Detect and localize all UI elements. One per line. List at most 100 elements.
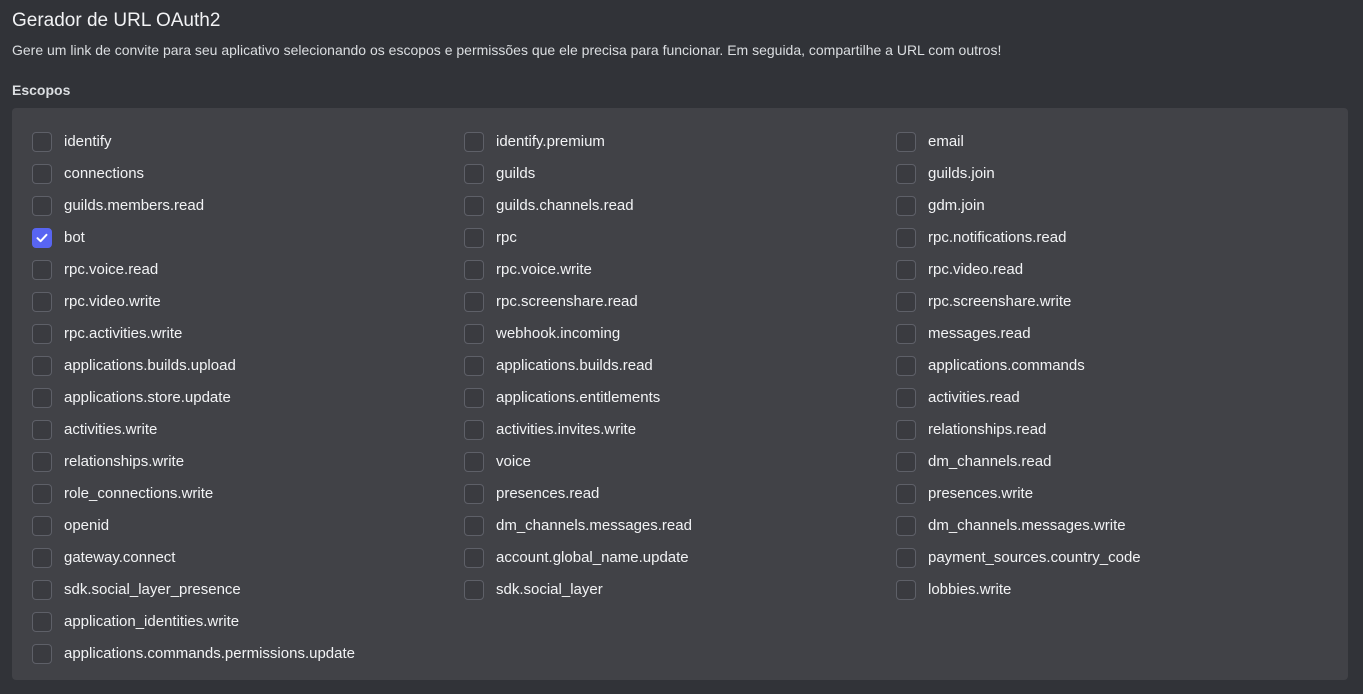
scope-checkbox[interactable] [464,580,484,600]
scope-item[interactable]: rpc.activities.write [32,318,464,350]
scope-item[interactable]: dm_channels.messages.write [896,510,1328,542]
scope-checkbox[interactable] [896,516,916,536]
scope-checkbox[interactable] [464,132,484,152]
scope-label: activities.write [64,421,158,438]
scope-checkbox[interactable] [32,452,52,472]
scope-checkbox[interactable] [464,356,484,376]
scope-item[interactable]: guilds.channels.read [464,190,896,222]
scope-item[interactable]: activities.write [32,414,464,446]
scope-item[interactable]: account.global_name.update [464,542,896,574]
scope-checkbox[interactable] [32,420,52,440]
scope-checkbox[interactable] [896,132,916,152]
scope-label: activities.read [928,389,1020,406]
scope-checkbox[interactable] [464,420,484,440]
scope-checkbox[interactable] [896,420,916,440]
scope-checkbox[interactable] [32,196,52,216]
scope-checkbox[interactable] [32,228,52,248]
scope-checkbox[interactable] [896,580,916,600]
scope-checkbox[interactable] [464,260,484,280]
scope-item[interactable]: identify [32,126,464,158]
scope-item[interactable]: applications.entitlements [464,382,896,414]
scope-item[interactable]: openid [32,510,464,542]
scope-item[interactable]: presences.write [896,478,1328,510]
scope-checkbox[interactable] [32,580,52,600]
scope-item[interactable]: applications.commands.permissions.update [32,638,464,670]
scope-item[interactable]: activities.read [896,382,1328,414]
scope-checkbox[interactable] [464,196,484,216]
scope-item[interactable]: guilds.members.read [32,190,464,222]
scope-checkbox[interactable] [32,388,52,408]
scope-checkbox[interactable] [896,548,916,568]
scope-checkbox[interactable] [896,228,916,248]
scope-item[interactable]: rpc.voice.read [32,254,464,286]
scope-checkbox[interactable] [464,228,484,248]
scope-checkbox[interactable] [896,196,916,216]
scope-item[interactable]: relationships.read [896,414,1328,446]
scope-checkbox[interactable] [896,388,916,408]
scope-checkbox[interactable] [32,548,52,568]
scope-checkbox[interactable] [896,484,916,504]
scope-item[interactable]: payment_sources.country_code [896,542,1328,574]
scope-item[interactable]: applications.builds.upload [32,350,464,382]
scope-item[interactable]: rpc.screenshare.write [896,286,1328,318]
scope-item[interactable]: identify.premium [464,126,896,158]
scope-label: messages.read [928,325,1031,342]
scope-item[interactable]: messages.read [896,318,1328,350]
scope-item[interactable]: application_identities.write [32,606,464,638]
scope-item[interactable]: sdk.social_layer [464,574,896,606]
scope-checkbox[interactable] [464,292,484,312]
scope-checkbox[interactable] [32,356,52,376]
scope-item[interactable]: voice [464,446,896,478]
scope-checkbox[interactable] [32,484,52,504]
scope-item[interactable]: email [896,126,1328,158]
scope-checkbox[interactable] [32,260,52,280]
scope-checkbox[interactable] [464,324,484,344]
scope-checkbox[interactable] [464,452,484,472]
scope-checkbox[interactable] [32,324,52,344]
scope-label: webhook.incoming [496,325,621,342]
scope-item[interactable]: guilds [464,158,896,190]
scope-label: gdm.join [928,197,985,214]
scope-checkbox[interactable] [464,484,484,504]
scope-item[interactable]: rpc.voice.write [464,254,896,286]
scope-item[interactable]: applications.commands [896,350,1328,382]
scope-item[interactable]: dm_channels.read [896,446,1328,478]
scope-label: openid [64,517,110,534]
scope-checkbox[interactable] [32,292,52,312]
scope-checkbox[interactable] [896,260,916,280]
scope-item[interactable]: rpc.video.write [32,286,464,318]
scope-item[interactable]: activities.invites.write [464,414,896,446]
scope-item[interactable]: guilds.join [896,158,1328,190]
scope-item[interactable]: gdm.join [896,190,1328,222]
scope-checkbox[interactable] [464,516,484,536]
scope-item[interactable]: bot [32,222,464,254]
scope-item[interactable]: rpc [464,222,896,254]
scope-checkbox[interactable] [32,132,52,152]
scope-item[interactable]: webhook.incoming [464,318,896,350]
scope-item[interactable]: rpc.notifications.read [896,222,1328,254]
scope-checkbox[interactable] [32,644,52,664]
scope-checkbox[interactable] [32,164,52,184]
scope-checkbox[interactable] [464,388,484,408]
scope-checkbox[interactable] [896,356,916,376]
scope-item[interactable]: presences.read [464,478,896,510]
scope-checkbox[interactable] [896,452,916,472]
scope-item[interactable]: rpc.screenshare.read [464,286,896,318]
scope-checkbox[interactable] [896,324,916,344]
scope-checkbox[interactable] [464,548,484,568]
scope-item[interactable]: lobbies.write [896,574,1328,606]
scope-item[interactable]: connections [32,158,464,190]
scope-item[interactable]: applications.builds.read [464,350,896,382]
scope-item[interactable]: gateway.connect [32,542,464,574]
scope-checkbox[interactable] [32,612,52,632]
scope-item[interactable]: applications.store.update [32,382,464,414]
scope-item[interactable]: dm_channels.messages.read [464,510,896,542]
scope-checkbox[interactable] [896,292,916,312]
scope-checkbox[interactable] [32,516,52,536]
scope-item[interactable]: relationships.write [32,446,464,478]
scope-item[interactable]: role_connections.write [32,478,464,510]
scope-checkbox[interactable] [464,164,484,184]
scope-item[interactable]: rpc.video.read [896,254,1328,286]
scope-item[interactable]: sdk.social_layer_presence [32,574,464,606]
scope-checkbox[interactable] [896,164,916,184]
